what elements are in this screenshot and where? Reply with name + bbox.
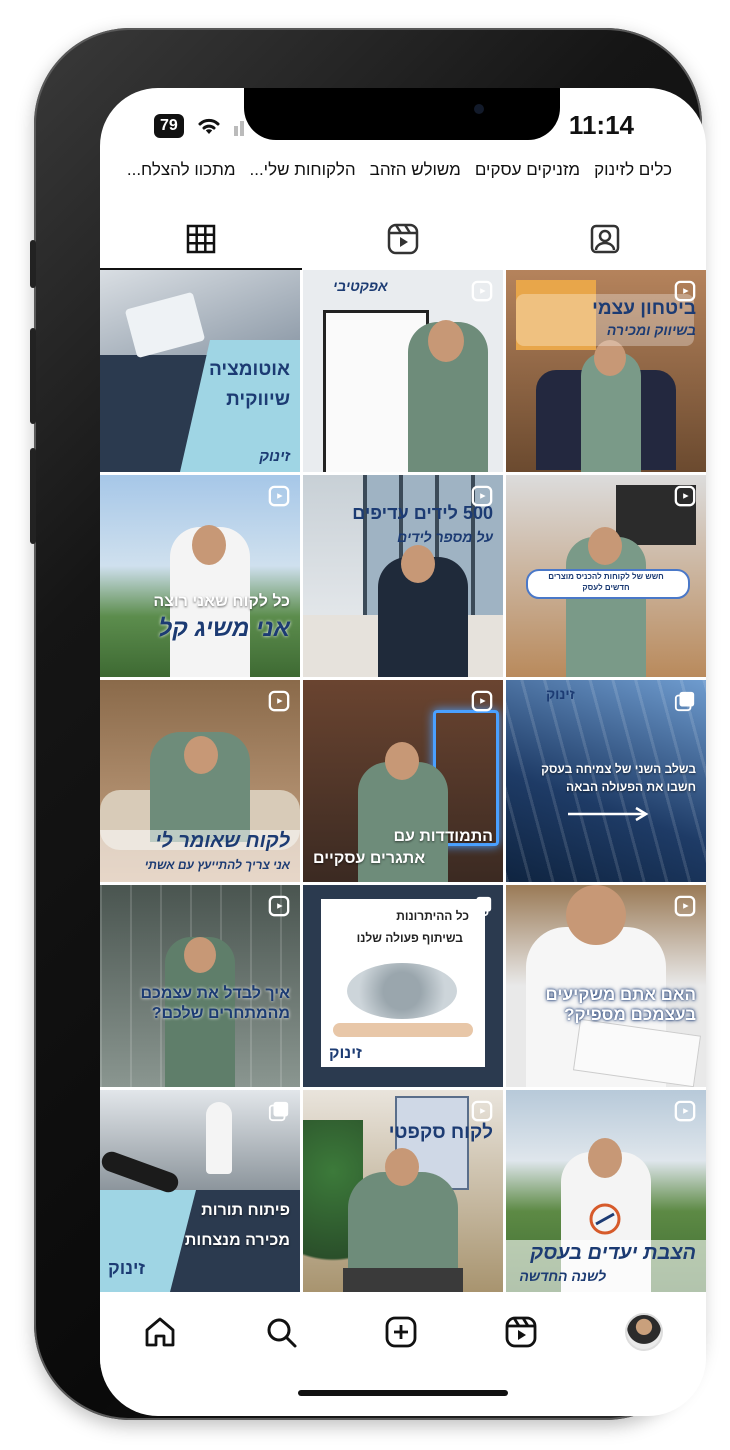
post-subcaption: מכירה מנצחות (184, 1232, 290, 1249)
story-highlights: כלים לזינוק מזניקים עסקים משולש הזהב הלק… (100, 160, 706, 196)
carousel-badge-icon (674, 691, 695, 712)
post-subcaption: בעצמכם מספיק? (564, 1005, 696, 1024)
home-icon[interactable] (143, 1315, 177, 1349)
search-icon[interactable] (264, 1315, 298, 1349)
post-tile[interactable]: זינוק בשלב השני של צמיחה בעסק חשבו את הפ… (506, 680, 706, 882)
highlight-label[interactable]: מזניקים עסקים (475, 160, 580, 196)
post-caption: כל ההיתרונות (396, 909, 469, 923)
post-caption: חשש של לקוחות להכניס מוצרים חדשים לעסק (548, 572, 664, 592)
post-caption: אוטומציה שיווקית (208, 359, 290, 410)
reel-badge-icon (674, 280, 696, 302)
post-caption: האם אתם משקיעים (545, 985, 696, 1004)
post-caption: פיתוח תורות (201, 1202, 290, 1219)
post-tile[interactable]: לקוח סקפטי (303, 1090, 503, 1292)
volume-up-button (30, 328, 36, 424)
notch (244, 88, 560, 140)
reel-badge-icon (268, 690, 290, 712)
profile-avatar[interactable] (624, 1313, 663, 1351)
post-caption: התמודדות עם (393, 828, 493, 845)
reels-icon (387, 223, 419, 255)
phone-frame: 79 11:14 כלים לזינוק מזניקים עסקים משולש… (30, 28, 706, 1420)
wifi-icon (198, 118, 220, 134)
tagged-icon (590, 224, 620, 254)
post-tile[interactable]: אפקטיבי (303, 270, 503, 472)
screen: 79 11:14 כלים לזינוק מזניקים עסקים משולש… (100, 88, 706, 1416)
post-subcaption: זינוק (259, 448, 290, 465)
post-caption: כל לקוח שאני רוצה (153, 593, 290, 610)
post-tile[interactable]: כל ההיתרונות בשיתוף פעולה שלנו זינוק (303, 885, 503, 1087)
post-caption: לקוח שאומר לי (155, 830, 290, 852)
create-icon[interactable] (384, 1315, 418, 1349)
profile-tabs (100, 208, 706, 270)
highlight-label[interactable]: מתכוו להצלח... (127, 160, 236, 196)
reel-badge-icon (471, 485, 493, 507)
highlight-label[interactable]: הלקוחות שלי... (250, 160, 356, 196)
logo-icon (589, 1203, 621, 1235)
post-caption: לקוח סקפטי (388, 1122, 493, 1143)
post-subcaption: בשיווק ומכירה (606, 322, 696, 338)
post-subcaption: אני צריך להתייעץ עם אשתי (144, 858, 290, 872)
battery-indicator: 79 (154, 114, 184, 138)
post-tile[interactable]: איך לבדל את עצמכם מהמתחרים שלכם? (100, 885, 300, 1087)
chess-pawn (206, 1102, 232, 1174)
status-time: 11:14 (568, 110, 634, 140)
bottom-nav (100, 1296, 706, 1368)
tab-tagged[interactable] (504, 208, 706, 270)
reel-badge-icon (674, 895, 696, 917)
grid-icon (186, 224, 216, 254)
cloud-image (347, 963, 457, 1019)
post-subcaption: אתגרים עסקיים (313, 850, 426, 867)
tab-grid[interactable] (100, 208, 302, 270)
posts-grid: אוטומציה שיווקית זינוק אפקטיבי ביטחון עצ… (100, 270, 706, 1292)
carousel-badge-icon (471, 896, 492, 917)
post-tile[interactable]: האם אתם משקיעים בעצמכם מספיק? (506, 885, 706, 1087)
post-subcaption: אני משיג קל (158, 615, 290, 642)
reel-badge-icon (268, 485, 290, 507)
volume-down-button (30, 448, 36, 544)
highlight-label[interactable]: כלים לזינוק (594, 160, 672, 196)
status-bar-left: 79 (154, 114, 248, 138)
reel-badge-icon (471, 1100, 493, 1122)
post-tile[interactable]: ביטחון עצמי בשיווק ומכירה (506, 270, 706, 472)
arrow-right-icon (568, 806, 649, 822)
post-subcaption: על מספר לידים (397, 529, 493, 545)
post-tile[interactable]: הצבת יעדים בעסק לשנה החדשה (506, 1090, 706, 1292)
post-caption: הצבת יעדים בעסק (530, 1242, 696, 1264)
mute-switch (30, 240, 36, 288)
camera-icon (474, 104, 484, 114)
post-tile[interactable]: התמודדות עם אתגרים עסקיים (303, 680, 503, 882)
reel-badge-icon (471, 280, 493, 302)
post-tile[interactable]: לקוח שאומר לי אני צריך להתייעץ עם אשתי (100, 680, 300, 882)
reel-badge-icon (674, 1100, 696, 1122)
carousel-badge-icon (268, 1101, 289, 1122)
home-indicator (298, 1390, 508, 1396)
post-tile[interactable]: 500 לידים עדיפים על מספר לידים (303, 475, 503, 677)
post-tile[interactable]: פיתוח תורות מכירה מנצחות זינוק (100, 1090, 300, 1292)
post-caption: בשלב השני של צמיחה בעסק (541, 762, 696, 776)
post-tile[interactable]: אוטומציה שיווקית זינוק (100, 270, 300, 472)
post-tile[interactable]: כל לקוח שאני רוצה אני משיג קל (100, 475, 300, 677)
reel-badge-icon (674, 485, 696, 507)
post-caption: איך לבדל את עצמכם (140, 985, 290, 1002)
tab-reels[interactable] (302, 208, 504, 270)
highlight-label[interactable]: משולש הזהב (370, 160, 461, 196)
post-tile[interactable]: חשש של לקוחות להכניס מוצרים חדשים לעסק (506, 475, 706, 677)
reels-icon[interactable] (504, 1315, 538, 1349)
signal-icon (233, 121, 244, 136)
post-subcaption: חשבו את הפעולה הבאה (566, 780, 696, 794)
reel-badge-icon (471, 690, 493, 712)
post-caption: אפקטיבי (333, 278, 388, 294)
reel-badge-icon (268, 895, 290, 917)
post-subcaption: לשנה החדשה (519, 1268, 606, 1284)
post-subcaption: מהמתחרים שלכם? (151, 1005, 290, 1022)
post-subcaption: בשיתוף פעולה שלנו (356, 931, 463, 945)
